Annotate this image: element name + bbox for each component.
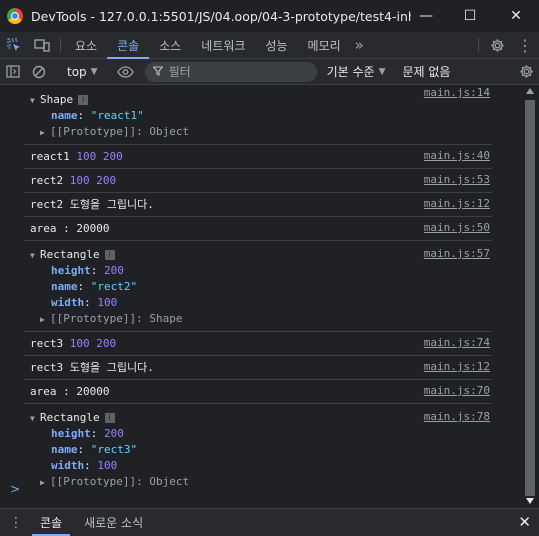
log-line: area : 20000 [30, 222, 110, 235]
log-levels-label: 기본 수준 [326, 65, 375, 79]
tab-network[interactable]: 네트워크 [191, 32, 255, 58]
prototype-row[interactable]: ▶ [[Prototype]]: Shape [24, 311, 492, 327]
collapsed-triangle-icon[interactable]: ▶ [40, 312, 50, 328]
object-header[interactable]: ▼ Rectangle i [24, 410, 492, 426]
title-bar: DevTools - 127.0.0.1:5501/JS/04.oop/04-3… [0, 0, 539, 32]
object-property: width: 100 [51, 459, 118, 472]
window-title: DevTools - 127.0.0.1:5501/JS/04.oop/04-3… [31, 8, 411, 24]
expand-triangle-icon[interactable]: ▼ [30, 93, 40, 109]
object-header[interactable]: ▼ Shape i [24, 92, 492, 108]
console-message: react1 100 200 main.js:40 [24, 145, 492, 169]
console-toolbar: top ▼ 필터 기본 수준 ▼ 문제 없음 [0, 59, 539, 85]
filter-placeholder: 필터 [168, 65, 191, 79]
tab-sources[interactable]: 소스 [149, 32, 191, 58]
collapsed-triangle-icon[interactable]: ▶ [40, 125, 50, 141]
scroll-up-arrow-icon[interactable] [526, 88, 534, 94]
source-link[interactable]: main.js:14 [424, 86, 490, 99]
log-line: rect3 100 200 [30, 337, 117, 350]
log-line: react1 100 200 [30, 150, 123, 163]
object-property: height: 200 [51, 264, 124, 277]
chrome-logo-icon [7, 8, 23, 24]
source-link[interactable]: main.js:78 [424, 410, 490, 423]
console-message: ▼ Rectangle i main.js:78 height: 200 name:… [24, 404, 492, 494]
devtools-tabs-bar: 요소 콘솔 소스 네트워크 성능 메모리 » ⋮ [0, 32, 539, 59]
close-window-button[interactable]: ✕ [493, 0, 539, 32]
object-property: name: "rect2" [51, 280, 138, 293]
source-link[interactable]: main.js:40 [424, 149, 490, 162]
scroll-down-arrow-icon[interactable] [526, 498, 534, 504]
object-property: height: 200 [51, 427, 124, 440]
tab-performance[interactable]: 성능 [255, 32, 297, 58]
toolbar-divider [60, 38, 61, 52]
issues-counter[interactable]: 문제 없음 [403, 63, 451, 80]
tab-elements[interactable]: 요소 [65, 32, 107, 58]
console-message: area : 20000 main.js:50 [24, 217, 492, 241]
chevron-down-icon: ▼ [378, 66, 386, 77]
context-selector[interactable]: top ▼ [61, 65, 104, 79]
log-line: area : 20000 [30, 385, 110, 398]
prototype-row[interactable]: ▶ [[Prototype]]: Object [24, 474, 492, 490]
info-icon: i [104, 413, 115, 423]
console-message: rect3 도형을 그립니다. main.js:12 [24, 356, 492, 380]
toolbar-divider [478, 38, 479, 52]
console-settings-gear-icon[interactable] [513, 59, 539, 85]
source-link[interactable]: main.js:57 [424, 247, 490, 260]
object-property: width: 100 [51, 296, 118, 309]
chevron-down-icon: ▼ [90, 66, 98, 77]
log-line: rect3 도형을 그립니다. [30, 361, 154, 374]
console-scrollbar[interactable] [521, 86, 539, 508]
drawer-tab-console[interactable]: 콘솔 [32, 509, 71, 536]
console-message: area : 20000 main.js:70 [24, 380, 492, 404]
log-line: rect2 도형을 그립니다. [30, 198, 154, 211]
expand-triangle-icon[interactable]: ▼ [30, 248, 40, 264]
tab-console[interactable]: 콘솔 [107, 32, 150, 59]
filter-funnel-icon [151, 65, 164, 79]
minimize-button[interactable]: — [403, 0, 449, 32]
console-message: rect3 100 200 main.js:74 [24, 332, 492, 356]
maximize-button[interactable]: ☐ [447, 0, 493, 32]
context-selector-value: top [67, 64, 87, 79]
info-icon: i [104, 250, 115, 260]
drawer-menu-icon[interactable]: ⋮ [0, 509, 32, 536]
settings-gear-icon[interactable] [483, 32, 511, 58]
source-link[interactable]: main.js:74 [424, 336, 490, 349]
object-property: name: "react1" [51, 109, 144, 122]
expand-triangle-icon[interactable]: ▼ [30, 411, 40, 427]
tab-memory[interactable]: 메모리 [298, 32, 351, 58]
live-expression-eye-icon[interactable] [113, 59, 139, 85]
scrollbar-thumb[interactable] [525, 100, 535, 496]
more-options-icon[interactable]: ⋮ [511, 32, 539, 58]
object-name: Rectangle [40, 248, 100, 261]
close-drawer-icon[interactable]: ✕ [518, 513, 531, 531]
more-tabs-icon[interactable]: » [351, 32, 368, 58]
collapsed-triangle-icon[interactable]: ▶ [40, 475, 50, 491]
drawer-tab-whats-new[interactable]: 새로운 소식 [76, 509, 151, 536]
filter-input[interactable]: 필터 [144, 61, 317, 82]
object-property: name: "rect3" [51, 443, 138, 456]
drawer-bar: ⋮ 콘솔 새로운 소식 ✕ [0, 508, 539, 536]
console-message: ▼ Rectangle i main.js:57 height: 200 name:… [24, 241, 492, 332]
source-link[interactable]: main.js:12 [424, 197, 490, 210]
sidebar-toggle-icon[interactable] [0, 59, 26, 85]
source-link[interactable]: main.js:70 [424, 384, 490, 397]
console-message: rect2 도형을 그립니다. main.js:12 [24, 193, 492, 217]
console-message: rect2 100 200 main.js:53 [24, 169, 492, 193]
log-levels-dropdown[interactable]: 기본 수준 ▼ [327, 63, 386, 80]
info-icon: i [78, 95, 89, 105]
clear-console-icon[interactable] [26, 59, 52, 85]
console-output: ▼ Shape i main.js:14 name: "react1" ▶ [[Pro… [0, 86, 521, 508]
prototype-row[interactable]: ▶ [[Prototype]]: Object [24, 124, 492, 140]
object-name: Rectangle [40, 411, 100, 424]
console-prompt[interactable]: > [10, 482, 20, 496]
inspect-element-icon[interactable] [0, 32, 28, 58]
source-link[interactable]: main.js:53 [424, 173, 490, 186]
source-link[interactable]: main.js:50 [424, 221, 490, 234]
object-header[interactable]: ▼ Rectangle i [24, 247, 492, 263]
device-toolbar-icon[interactable] [28, 32, 56, 58]
log-line: rect2 100 200 [30, 174, 117, 187]
source-link[interactable]: main.js:12 [424, 360, 490, 373]
object-name: Shape [40, 93, 74, 106]
console-message: ▼ Shape i main.js:14 name: "react1" ▶ [[Pro… [24, 86, 492, 145]
